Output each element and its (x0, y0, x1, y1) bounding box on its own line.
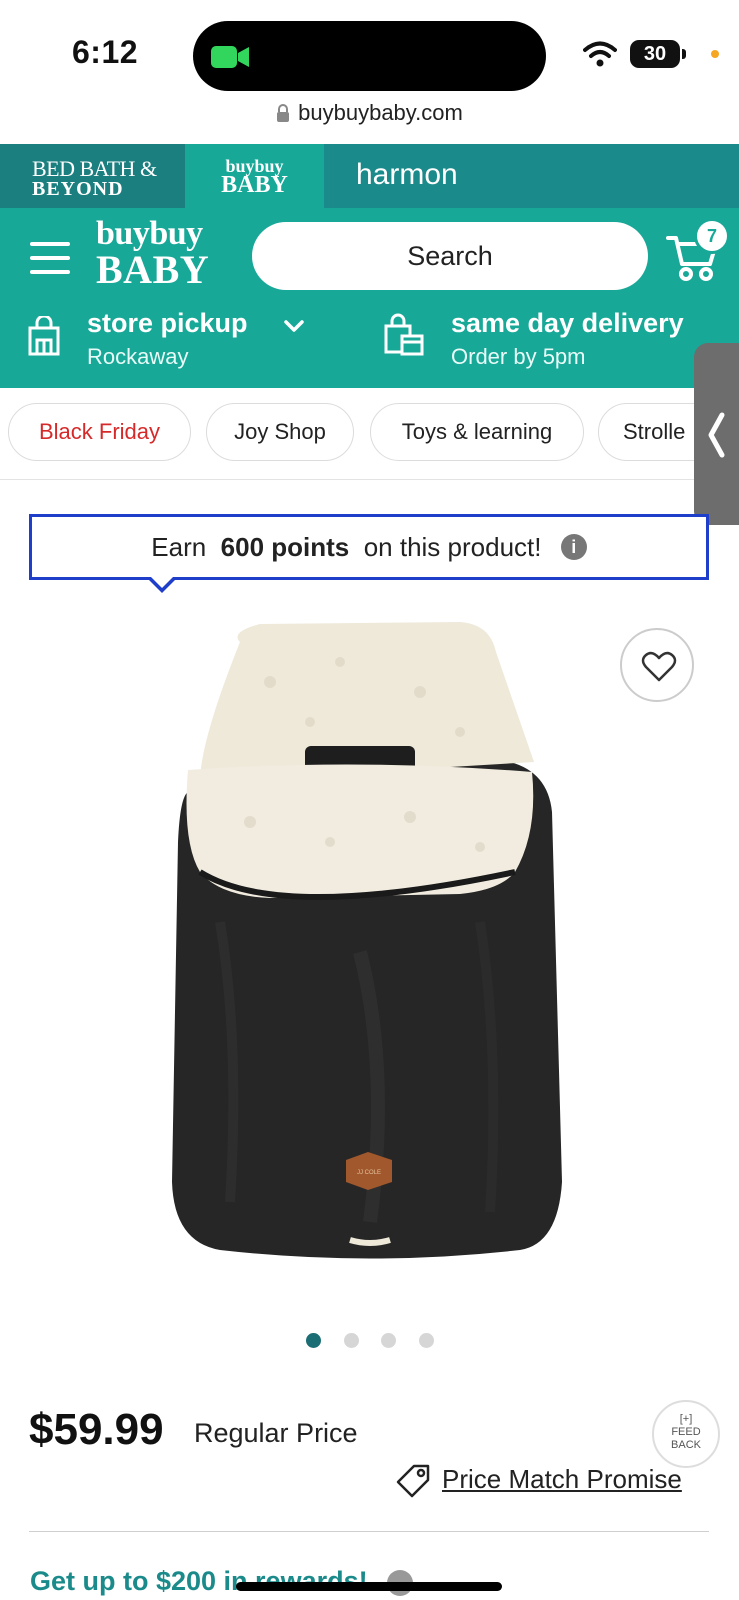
carousel-dot[interactable] (419, 1333, 434, 1348)
baby-logo-line2: BABY (221, 172, 288, 198)
menu-icon[interactable] (30, 242, 70, 274)
site-header: buybuy BABY Search 7 store pickup Rockaw… (0, 208, 739, 388)
price-label: Regular Price (194, 1418, 358, 1448)
buybuy-baby-logo[interactable]: buybuy BABY (96, 215, 210, 292)
price-match-link[interactable]: Price Match Promise (442, 1464, 682, 1495)
cart-count-badge: 7 (694, 218, 730, 254)
store-pickup-location[interactable]: Rockaway (87, 344, 188, 370)
url-bar[interactable]: buybuybaby.com (0, 96, 739, 144)
feedback-line2: BACK (671, 1439, 701, 1451)
logo-line2: BABY (96, 247, 210, 292)
chevron-down-icon[interactable] (283, 318, 305, 334)
search-input[interactable]: Search (252, 222, 648, 290)
carousel-dot[interactable] (344, 1333, 359, 1348)
url-text: buybuybaby.com (298, 100, 463, 125)
rewards-text: Get up to $200 in rewards! (30, 1566, 368, 1596)
brand-switcher: BED BATH & BEYOND buybuy BABY harmon (0, 144, 739, 208)
divider (29, 1531, 709, 1532)
feedback-line1: FEED (671, 1426, 701, 1438)
heart-icon (641, 651, 677, 682)
logo-line1: buybuy (96, 215, 203, 252)
chip-joy-shop[interactable]: Joy Shop (206, 403, 354, 461)
carousel-dot[interactable] (381, 1333, 396, 1348)
chevron-left-icon (708, 412, 725, 458)
store-pickup-title[interactable]: store pickup (87, 308, 248, 339)
store-pickup-icon (28, 316, 60, 356)
dynamic-island (193, 21, 546, 91)
home-indicator (236, 1582, 502, 1591)
carousel-dot[interactable] (306, 1333, 321, 1348)
product-price: $59.99 (29, 1405, 164, 1454)
feedback-button[interactable]: [+] FEED BACK (652, 1400, 720, 1468)
chip-toys-learning[interactable]: Toys & learning (370, 403, 584, 461)
same-day-delivery-subtitle[interactable]: Order by 5pm (451, 344, 586, 370)
product-image[interactable]: JJ COLE (160, 622, 580, 1282)
points-suffix: on this product! (363, 532, 542, 562)
info-icon[interactable]: i (560, 534, 587, 561)
brand-harmon[interactable]: harmon (356, 158, 458, 192)
feedback-plus: [+] (679, 1413, 693, 1425)
points-prefix: Earn (151, 532, 207, 562)
brand-bed-bath-beyond[interactable]: BED BATH & BEYOND (0, 144, 185, 208)
brand-patch-text: JJ COLE (357, 1170, 381, 1176)
brand-buybuy-baby[interactable]: buybuy BABY (185, 144, 324, 208)
battery-indicator: 30 (630, 40, 680, 68)
same-day-delivery-title[interactable]: same day delivery (451, 308, 684, 339)
category-chips: Black Friday Joy Shop Toys & learning St… (0, 388, 739, 480)
points-amount: 600 points (220, 532, 350, 562)
points-banner: Earn 600 points on this product! i (29, 514, 709, 580)
side-panel-handle[interactable] (694, 343, 739, 525)
lock-icon (277, 104, 290, 122)
price-tag-icon (396, 1464, 430, 1498)
status-bar: 6:12 30 (0, 0, 739, 100)
chip-black-friday[interactable]: Black Friday (8, 403, 191, 461)
wishlist-button[interactable] (620, 628, 694, 702)
delivery-bag-icon (384, 313, 424, 356)
wifi-icon (583, 41, 617, 67)
privacy-dot (711, 50, 719, 58)
battery-tip (682, 49, 686, 59)
facetime-camera-icon (211, 46, 249, 68)
status-time: 6:12 (72, 34, 139, 70)
bbb-logo-line2: BEYOND (32, 178, 124, 200)
